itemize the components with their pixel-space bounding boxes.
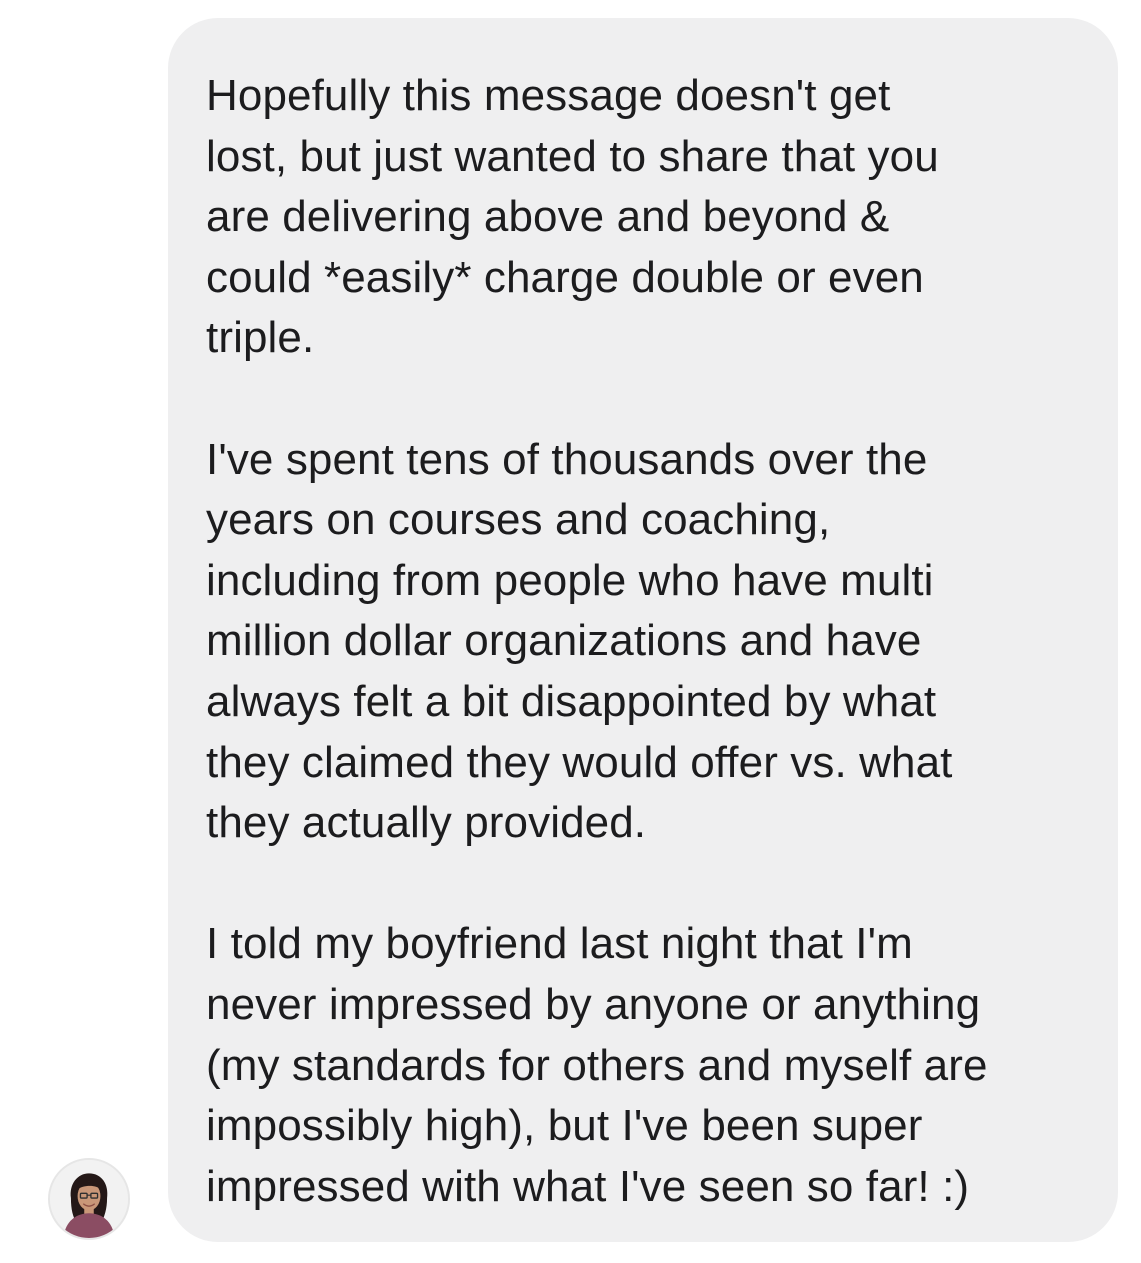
message-line: including from people who have multi [206,555,934,605]
message-bubble[interactable]: Hopefully this message doesn't get lost,… [168,18,1118,1242]
message-paragraph: I've spent tens of thousands over the ye… [206,430,1088,854]
message-line: years on courses and coaching, [206,495,831,545]
message-line: I've spent tens of thousands over the [206,434,928,484]
message-line: lost, but just wanted to share that you [206,131,939,181]
message-line: impressed with what I've seen so far! :) [206,1161,970,1211]
message-line: (my standards for others and myself are [206,1040,988,1090]
message-line: always felt a bit disappointed by what [206,676,937,726]
profile-photo-icon [50,1160,128,1238]
message-line: are delivering above and beyond & [206,192,890,242]
message-line: they actually provided. [206,798,647,848]
message-line: I told my boyfriend last night that I'm [206,919,913,969]
message-line: impossibly high), but I've been super [206,1101,923,1151]
message-paragraph: Hopefully this message doesn't get lost,… [206,66,1088,369]
message-line: they claimed they would offer vs. what [206,737,953,787]
message-line: never impressed by anyone or anything [206,979,981,1029]
message-line: million dollar organizations and have [206,616,922,666]
message-line: Hopefully this message doesn't get [206,71,891,120]
message-paragraph: I told my boyfriend last night that I'm … [206,914,1088,1217]
sender-avatar[interactable] [48,1158,130,1240]
message-line: could *easily* charge double or even [206,252,924,302]
message-line: triple. [206,313,315,363]
